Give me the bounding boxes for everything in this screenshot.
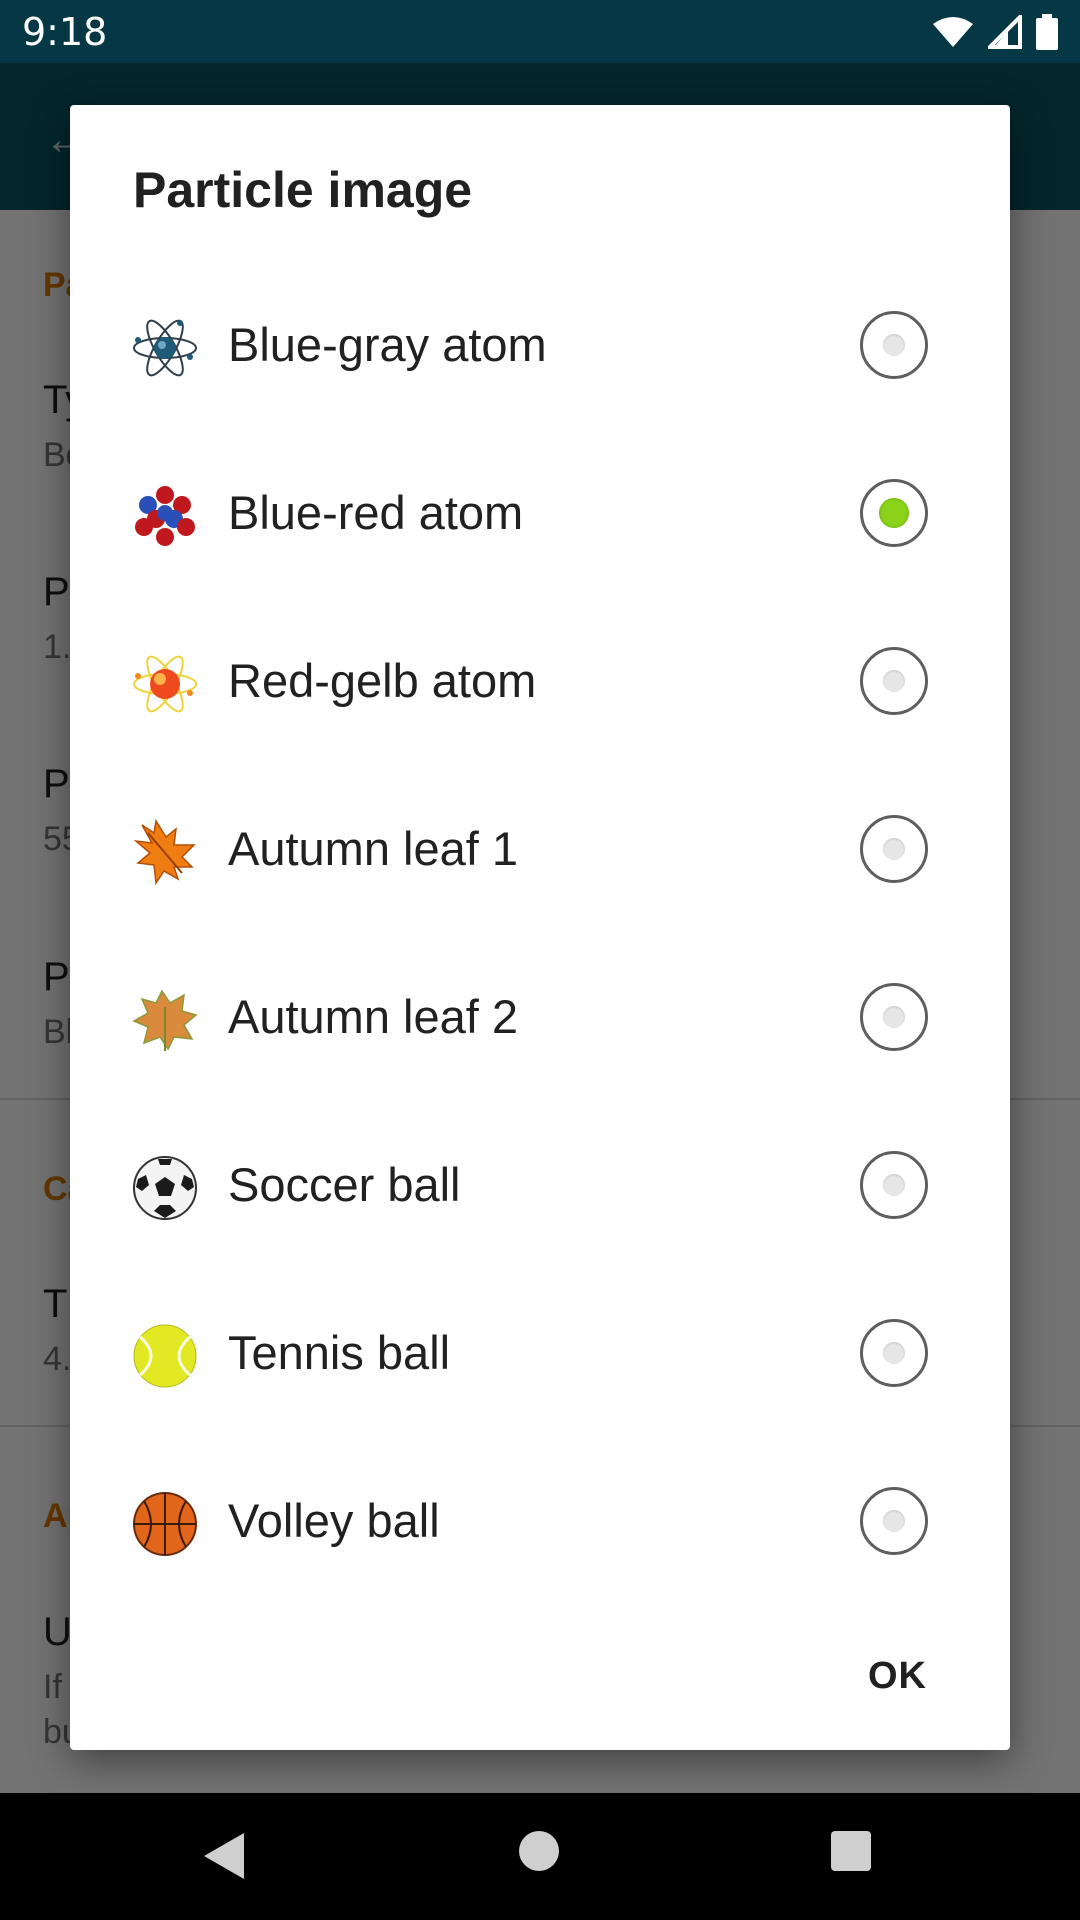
tennis-ball-icon — [133, 1324, 197, 1388]
nav-recents-icon[interactable] — [831, 1831, 871, 1871]
radio-button[interactable] — [860, 1151, 928, 1219]
option-label: Blue-red atom — [228, 486, 524, 539]
radio-button[interactable] — [860, 479, 928, 547]
wifi-icon — [933, 17, 973, 47]
radio-button[interactable] — [860, 1487, 928, 1555]
option-volley-ball[interactable]: Volley ball — [70, 1439, 1010, 1607]
radio-dot — [883, 1510, 905, 1532]
option-soccer-ball[interactable]: Soccer ball — [70, 1103, 1010, 1271]
navigation-bar — [0, 1793, 1080, 1920]
battery-icon — [1036, 14, 1058, 50]
option-label: Blue-gray atom — [228, 318, 547, 371]
particle-image-dialog: Particle image Blue-gray atom Blue-red a… — [70, 105, 1010, 1750]
radio-button[interactable] — [860, 815, 928, 883]
option-red-gelb-atom[interactable]: Red-gelb atom — [70, 599, 1010, 767]
cell-signal-icon — [988, 15, 1022, 49]
dialog-title: Particle image — [133, 162, 473, 218]
soccer-ball-icon — [133, 1156, 197, 1220]
volley-ball-icon — [133, 1492, 197, 1556]
option-autumn-leaf-1[interactable]: Autumn leaf 1 — [70, 767, 1010, 935]
option-label: Tennis ball — [228, 1326, 451, 1379]
status-bar: 9:18 — [0, 0, 1080, 63]
radio-dot — [883, 1174, 905, 1196]
nav-back-icon[interactable] — [204, 1833, 244, 1879]
option-label: Red-gelb atom — [228, 654, 537, 707]
radio-dot — [883, 334, 905, 356]
autumn-leaf-1-icon — [133, 819, 196, 885]
option-label: Autumn leaf 2 — [228, 990, 519, 1043]
radio-dot-selected — [879, 498, 909, 528]
radio-dot — [883, 1342, 905, 1364]
option-blue-red-atom[interactable]: Blue-red atom — [70, 431, 1010, 599]
red-gelb-atom-icon — [133, 655, 197, 713]
radio-button[interactable] — [860, 311, 928, 379]
option-label: Soccer ball — [228, 1158, 461, 1211]
option-blue-gray-atom[interactable]: Blue-gray atom — [70, 263, 1010, 431]
option-label: Autumn leaf 1 — [228, 822, 519, 875]
autumn-leaf-2-icon — [132, 989, 198, 1051]
option-label: Volley ball — [228, 1494, 440, 1547]
option-tennis-ball[interactable]: Tennis ball — [70, 1271, 1010, 1439]
ok-button[interactable]: OK — [852, 1645, 943, 1708]
status-icons — [932, 12, 1058, 52]
option-autumn-leaf-2[interactable]: Autumn leaf 2 — [70, 935, 1010, 1103]
status-time: 9:18 — [22, 10, 108, 54]
radio-button[interactable] — [860, 1319, 928, 1387]
nav-home-icon[interactable] — [519, 1831, 559, 1871]
radio-dot — [883, 1006, 905, 1028]
radio-dot — [883, 670, 905, 692]
blue-gray-atom-icon — [133, 319, 197, 377]
radio-dot — [883, 838, 905, 860]
blue-red-atom-icon — [135, 486, 195, 546]
radio-button[interactable] — [860, 983, 928, 1051]
radio-button[interactable] — [860, 647, 928, 715]
